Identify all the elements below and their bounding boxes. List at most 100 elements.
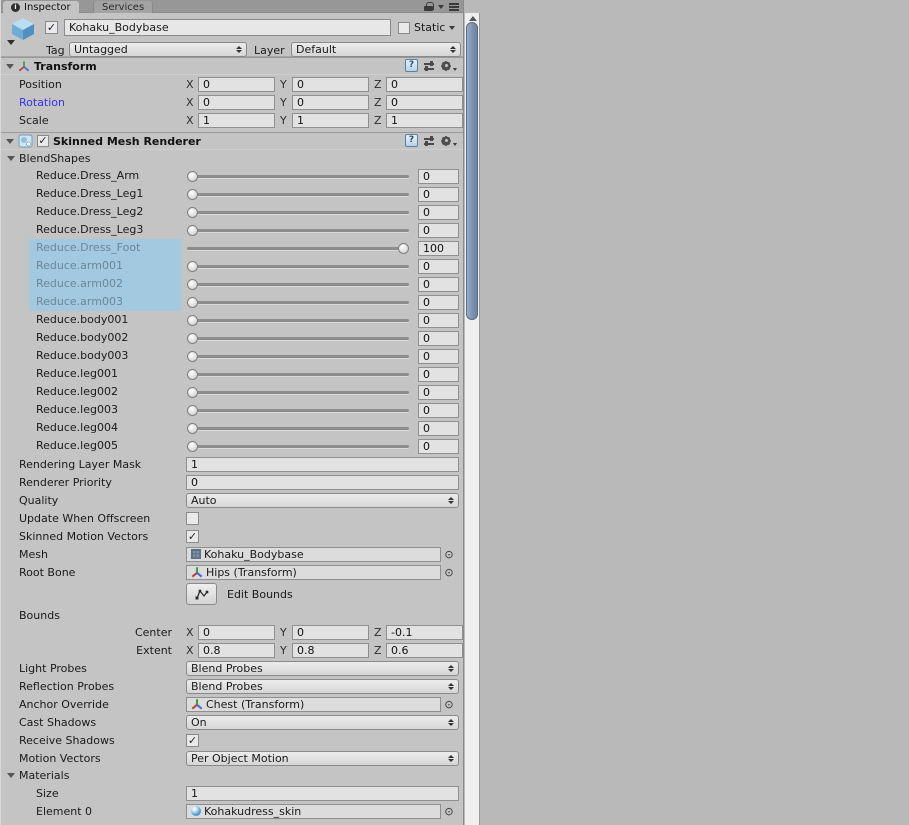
blendshape-slider[interactable] [187,385,409,399]
extent-y-field[interactable]: 0.8 [292,642,369,658]
blendshape-value-field[interactable]: 0 [418,204,459,220]
foldout-icon[interactable] [7,156,15,161]
blendshape-value-field[interactable]: 0 [418,312,459,328]
blendshape-slider[interactable] [187,169,409,183]
rotation-x-field[interactable]: 0 [198,94,275,110]
renderer-enabled-checkbox[interactable]: ✓ [37,135,49,147]
foldout-icon[interactable] [7,773,15,778]
tab-services[interactable]: Services [93,1,154,13]
gear-icon[interactable] [440,135,457,147]
lock-icon[interactable] [424,2,434,11]
blendshape-slider-knob[interactable] [187,440,198,452]
gameobject-name-input[interactable]: Kohaku_Bodybase [64,19,391,36]
blendshape-value-field[interactable]: 0 [418,330,459,346]
blendshape-value-field[interactable]: 0 [418,168,459,184]
blendshape-slider[interactable] [187,295,409,309]
anchor-override-object-field[interactable]: Chest (Transform) [186,696,441,712]
scale-z-field[interactable]: 1 [386,112,463,128]
blendshape-slider-knob[interactable] [187,188,198,200]
chevron-down-icon[interactable] [438,4,444,9]
blendshape-slider[interactable] [187,259,409,273]
position-z-field[interactable]: 0 [386,76,463,92]
reflection-probes-dropdown[interactable]: Blend Probes [186,678,459,694]
blendshape-slider-knob[interactable] [187,170,198,182]
gameobject-cube-icon[interactable] [10,17,36,41]
renderer-priority-field[interactable]: 0 [186,474,459,490]
blendshape-value-field[interactable]: 0 [418,384,459,400]
rendering-layer-mask-field[interactable]: 1 [186,456,459,472]
extent-z-field[interactable]: 0.6 [386,642,463,658]
blendshape-slider[interactable] [187,205,409,219]
blendshape-slider-knob[interactable] [187,296,198,308]
blendshape-slider-knob[interactable] [187,224,198,236]
object-picker-icon[interactable]: ⊙ [441,698,457,711]
blendshape-value-field[interactable]: 0 [418,294,459,310]
motion-vectors-dropdown[interactable]: Per Object Motion [186,750,459,766]
blendshape-slider-knob[interactable] [187,386,198,398]
object-picker-icon[interactable]: ⊙ [441,566,457,579]
cast-shadows-dropdown[interactable]: On [186,714,459,730]
presets-icon[interactable] [423,60,435,72]
scale-x-field[interactable]: 1 [198,112,275,128]
blendshape-slider[interactable] [187,331,409,345]
blendshape-slider[interactable] [187,367,409,381]
active-checkbox[interactable]: ✓ [45,21,58,34]
element0-object-field[interactable]: Kohakudress_skin [186,803,441,819]
blendshape-slider[interactable] [187,241,409,255]
blendshape-slider-knob[interactable] [187,206,198,218]
blendshape-slider-knob[interactable] [187,404,198,416]
position-y-field[interactable]: 0 [292,76,369,92]
update-when-offscreen-checkbox[interactable] [186,511,199,525]
blendshape-slider[interactable] [187,349,409,363]
help-icon[interactable]: ? [405,59,418,72]
extent-x-field[interactable]: 0.8 [198,642,275,658]
blendshape-slider[interactable] [187,187,409,201]
object-picker-icon[interactable]: ⊙ [441,548,457,561]
inspector-scrollbar[interactable] [465,13,480,825]
blendshape-value-field[interactable]: 0 [418,366,459,382]
layer-dropdown[interactable]: Default [291,42,461,57]
blendshape-slider[interactable] [187,421,409,435]
presets-icon[interactable] [423,135,435,147]
center-x-field[interactable]: 0 [198,624,275,640]
center-z-field[interactable]: -0.1 [386,624,463,640]
blendshape-slider[interactable] [187,439,409,453]
static-checkbox[interactable] [398,21,410,34]
rotation-z-field[interactable]: 0 [386,94,463,110]
blendshape-slider-knob[interactable] [187,278,198,290]
foldout-icon[interactable] [6,138,14,144]
blendshape-slider-knob[interactable] [187,332,198,344]
help-icon[interactable]: ? [405,134,418,147]
blendshape-slider[interactable] [187,223,409,237]
tab-inspector[interactable]: i Inspector [3,1,79,13]
scrollbar-thumb[interactable] [466,22,478,320]
blendshape-slider-knob[interactable] [398,242,409,254]
rotation-y-field[interactable]: 0 [292,94,369,110]
light-probes-dropdown[interactable]: Blend Probes [186,660,459,676]
mesh-object-field[interactable]: Kohaku_Bodybase [186,546,441,562]
center-y-field[interactable]: 0 [292,624,369,640]
static-dropdown-arrow-icon[interactable] [449,25,456,30]
blendshape-value-field[interactable]: 0 [418,276,459,292]
blendshape-value-field[interactable]: 0 [418,420,459,436]
foldout-icon[interactable] [6,63,14,69]
blendshape-value-field[interactable]: 0 [418,258,459,274]
blendshape-value-field[interactable]: 100 [418,240,459,256]
blendshape-value-field[interactable]: 0 [418,222,459,238]
scrollbar-up-icon[interactable] [468,16,477,21]
blendshape-slider[interactable] [187,277,409,291]
scale-y-field[interactable]: 1 [292,112,369,128]
edit-bounds-button[interactable] [186,583,217,605]
blendshape-slider-knob[interactable] [187,314,198,326]
menu-icon[interactable] [449,5,459,8]
root-bone-object-field[interactable]: Hips (Transform) [186,564,441,580]
blendshape-value-field[interactable]: 0 [418,438,459,454]
blendshape-slider-knob[interactable] [187,368,198,380]
position-x-field[interactable]: 0 [198,76,275,92]
blendshape-slider[interactable] [187,313,409,327]
blendshape-slider-knob[interactable] [187,260,198,272]
tag-dropdown[interactable]: Untagged [69,42,247,57]
blendshape-slider[interactable] [187,403,409,417]
blendshape-slider-knob[interactable] [187,350,198,362]
skinned-motion-vectors-checkbox[interactable]: ✓ [186,529,199,543]
